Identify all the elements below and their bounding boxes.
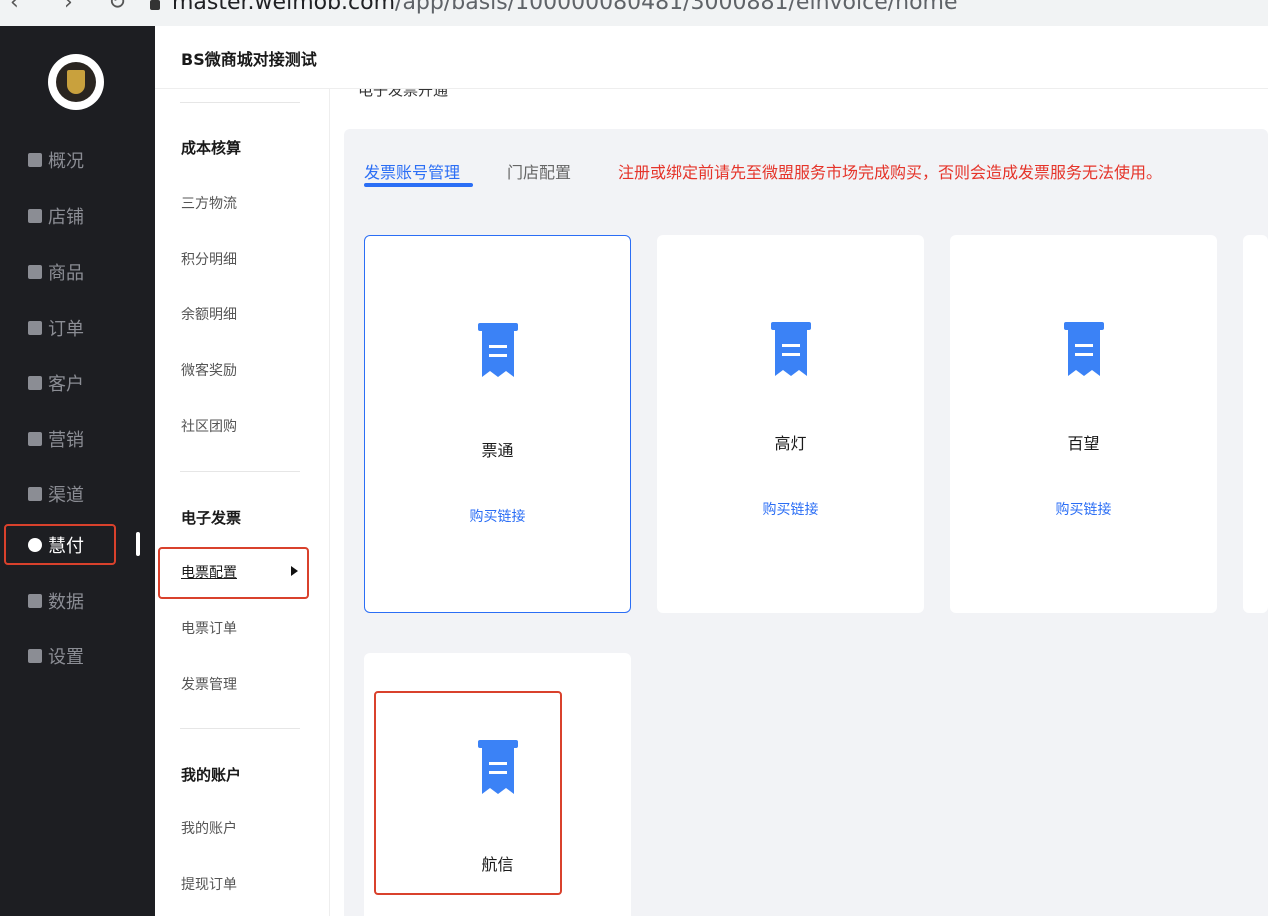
provider-card-partial[interactable] <box>1243 235 1268 613</box>
tab-store-config[interactable]: 门店配置 <box>507 159 571 183</box>
goods-icon <box>28 265 42 279</box>
main-content: 电子发票开通 发票账号管理 门店配置 注册或绑定前请先至微盟服务市场完成购买，否… <box>330 89 1268 916</box>
list-icon <box>28 153 42 167</box>
buy-link[interactable]: 购买链接 <box>657 499 924 519</box>
main-sidebar: 概况 店铺 商品 订单 客户 营销 渠道 慧付 数据 设置 <box>0 26 155 916</box>
sidebar-item-marketing[interactable]: 营销 <box>28 424 84 454</box>
forward-icon[interactable]: › <box>64 0 73 15</box>
submenu-group-title: 电子发票 <box>181 509 242 527</box>
submenu-item[interactable]: 电票订单 <box>181 618 237 638</box>
invoice-icon <box>1063 322 1104 376</box>
divider <box>180 728 300 729</box>
highlight-box <box>4 524 116 565</box>
lock-icon <box>150 0 160 10</box>
sidebar-item-label: 渠道 <box>48 485 84 506</box>
back-icon[interactable]: ‹ <box>10 0 19 15</box>
top-header: BS微商城对接测试 <box>155 26 1268 89</box>
submenu-item[interactable]: 微客奖励 <box>181 360 237 380</box>
vip-icon <box>28 376 42 390</box>
submenu-item[interactable]: 三方物流 <box>181 193 237 213</box>
highlight-box <box>374 691 562 895</box>
divider <box>180 102 300 103</box>
page-title: BS微商城对接测试 <box>181 50 317 69</box>
sidebar-item-overview[interactable]: 概况 <box>28 145 84 175</box>
gear-icon <box>28 649 42 663</box>
sidebar-item-label: 数据 <box>48 592 84 613</box>
provider-card[interactable]: 票通 购买链接 <box>364 235 631 613</box>
sidebar-item-data[interactable]: 数据 <box>28 586 84 616</box>
brand-logo[interactable] <box>48 54 104 110</box>
submenu-item[interactable]: 积分明细 <box>181 249 237 269</box>
sidebar-item-label: 订单 <box>48 319 84 340</box>
sidebar-item-channels[interactable]: 渠道 <box>28 479 84 509</box>
invoice-icon <box>770 322 811 376</box>
provider-name: 高灯 <box>774 434 807 453</box>
browser-address-bar[interactable]: ‹ › ↻ master.weimob.com/app/basis/100000… <box>0 0 1268 26</box>
submenu-item[interactable]: 提现订单 <box>181 874 237 894</box>
submenu-item[interactable]: 我的账户 <box>181 818 237 838</box>
sidebar-item-label: 设置 <box>48 647 84 668</box>
submenu-group-title: 我的账户 <box>181 766 242 784</box>
line-chart-icon <box>28 594 42 608</box>
highlight-box <box>158 547 309 599</box>
provider-card[interactable]: 百望 购买链接 <box>950 235 1217 613</box>
sidebar-item-label: 客户 <box>48 374 84 395</box>
submenu-item[interactable]: 社区团购 <box>181 416 237 436</box>
divider <box>180 471 300 472</box>
active-indicator <box>136 532 140 556</box>
sidebar-item-store[interactable]: 店铺 <box>28 201 84 231</box>
store-icon <box>28 209 42 223</box>
warning-text: 注册或绑定前请先至微盟服务市场完成购买，否则会造成发票服务无法使用。 <box>618 163 1163 182</box>
buy-link[interactable]: 购买链接 <box>365 506 630 526</box>
sidebar-item-settings[interactable]: 设置 <box>28 641 84 671</box>
provider-card[interactable]: 高灯 购买链接 <box>657 235 924 613</box>
bar-chart-icon <box>28 432 42 446</box>
sidebar-item-label: 营销 <box>48 430 84 451</box>
submenu-item[interactable]: 发票管理 <box>181 674 237 694</box>
provider-name: 票通 <box>481 441 514 460</box>
provider-name: 百望 <box>1067 434 1100 453</box>
secondary-menu: 成本核算 三方物流 积分明细 余额明细 微客奖励 社区团购 电子发票 电票配置 … <box>155 89 330 916</box>
tab-active-indicator <box>364 183 473 187</box>
section-title: 电子发票开通 <box>358 89 449 99</box>
shield-icon <box>67 70 85 94</box>
submenu-group-title: 成本核算 <box>181 139 242 157</box>
invoice-icon <box>477 323 518 377</box>
sidebar-item-orders[interactable]: 订单 <box>28 313 84 343</box>
sidebar-item-customers[interactable]: 客户 <box>28 368 84 398</box>
reload-icon[interactable]: ↻ <box>108 0 126 15</box>
sidebar-item-label: 概况 <box>48 151 84 172</box>
submenu-item[interactable]: 余额明细 <box>181 304 237 324</box>
sidebar-item-label: 店铺 <box>48 207 84 228</box>
sidebar-item-goods[interactable]: 商品 <box>28 257 84 287</box>
order-icon <box>28 321 42 335</box>
buy-link[interactable]: 购买链接 <box>950 499 1217 519</box>
channel-icon <box>28 487 42 501</box>
tab-invoice-accounts[interactable]: 发票账号管理 <box>364 159 460 183</box>
url-text[interactable]: master.weimob.com/app/basis/100000080481… <box>172 0 958 15</box>
sidebar-item-label: 商品 <box>48 263 84 284</box>
